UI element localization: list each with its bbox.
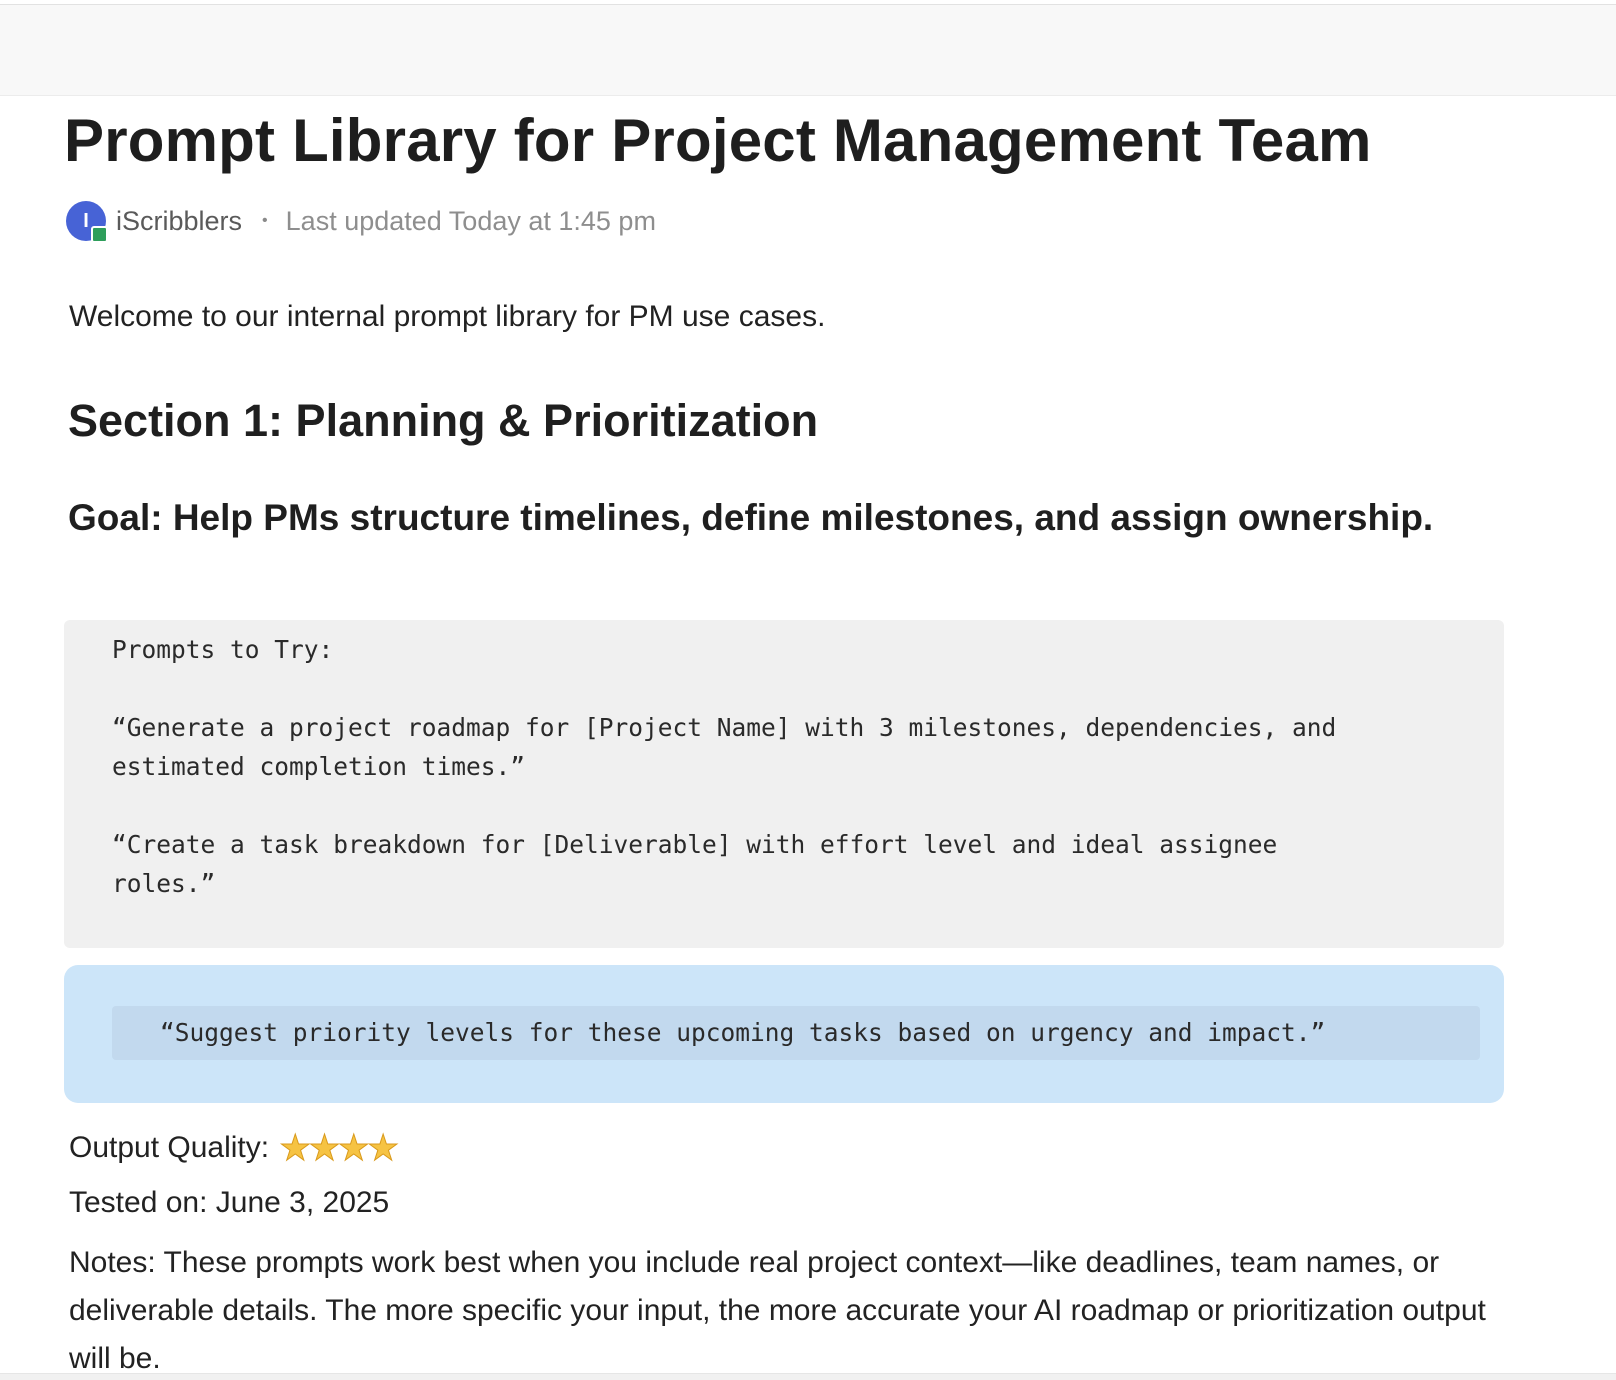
prompt-item: “Generate a project roadmap for [Project…	[112, 713, 1337, 781]
avatar[interactable]: I	[66, 201, 108, 243]
last-updated: Last updated Today at 1:45 pm	[285, 205, 656, 236]
document-meta: I iScribblers • Last updated Today at 1:…	[66, 200, 656, 243]
avatar-initial: I	[83, 209, 89, 232]
star-icon: ★	[308, 1127, 341, 1168]
star-rating: ★ ★ ★ ★	[279, 1127, 400, 1168]
meta-separator: •	[262, 212, 268, 229]
callout-block[interactable]: “Suggest priority levels for these upcom…	[64, 965, 1504, 1103]
section-heading[interactable]: Section 1: Planning & Prioritization	[68, 395, 818, 447]
code-block-header: Prompts to Try:	[112, 635, 334, 664]
output-quality-label: Output Quality:	[69, 1131, 270, 1164]
section-goal[interactable]: Goal: Help PMs structure timelines, defi…	[68, 497, 1433, 539]
document-page: Prompt Library for Project Management Te…	[0, 0, 1616, 1380]
star-icon: ★	[366, 1127, 400, 1168]
notes-paragraph[interactable]: Notes: These prompts work best when you …	[69, 1239, 1519, 1380]
author-name[interactable]: iScribblers	[116, 206, 242, 237]
prompt-item: “Create a task breakdown for [Deliverabl…	[112, 830, 1278, 898]
page-title: Prompt Library for Project Management Te…	[64, 107, 1372, 174]
code-block[interactable]: Prompts to Try: “Generate a project road…	[64, 620, 1504, 948]
star-icon: ★	[279, 1127, 312, 1168]
tested-on: Tested on: June 3, 2025	[69, 1186, 390, 1219]
online-status-icon	[91, 226, 108, 243]
bottom-divider	[0, 1373, 1616, 1380]
top-toolbar	[0, 4, 1616, 96]
star-icon: ★	[337, 1127, 370, 1168]
intro-paragraph[interactable]: Welcome to our internal prompt library f…	[69, 300, 825, 334]
callout-code[interactable]: “Suggest priority levels for these upcom…	[112, 1006, 1480, 1060]
output-quality: Output Quality: ★ ★ ★ ★	[69, 1127, 400, 1168]
